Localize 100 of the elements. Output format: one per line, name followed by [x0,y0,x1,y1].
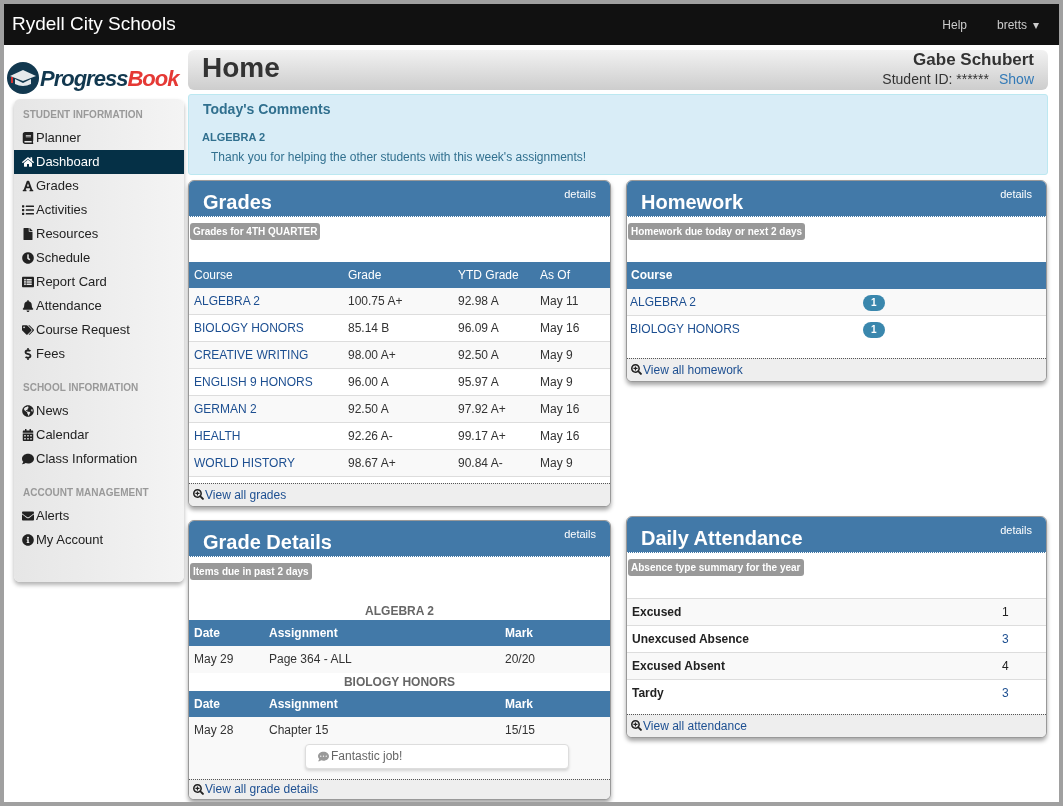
tags-icon [22,324,34,336]
view-all-link[interactable]: View all grades [205,485,287,504]
student-name: Gabe Schubert [913,50,1034,70]
sidebar-item[interactable]: Fees [14,342,184,366]
view-all-link[interactable]: View all homework [643,360,743,379]
course-link[interactable]: BIOLOGY HONORS [194,321,304,335]
sidebar-item[interactable]: Report Card [14,270,184,294]
help-link[interactable]: Help [942,15,967,34]
clock-icon [22,252,34,264]
details-link[interactable]: details [564,185,596,202]
column-header: Course [627,261,1046,289]
comment-text: Fantastic job! [331,748,403,765]
course-heading: BIOLOGY HONORS [342,673,457,691]
sidebar-item[interactable]: Dashboard [14,150,184,174]
column-header: Grade [343,261,453,288]
sidebar-item[interactable]: Resources [14,222,184,246]
globe-icon [22,405,34,417]
sidebar-item[interactable]: Calendar [14,423,184,447]
panel-title: Grade Details [203,529,332,555]
column-header: Date [189,690,264,717]
subtitle-label: Homework due today or next 2 days [628,222,806,240]
absence-type: Tardy [627,679,1002,706]
user-menu-button[interactable]: bretts ▾ [997,15,1039,34]
table-cell: 92.50 A [453,341,535,369]
table-cell: May 9 [535,341,610,369]
section-heading: ACCOUNT MANAGEMENT [22,486,150,500]
home-icon [22,156,34,168]
panel-title: Grades [203,189,272,215]
table-cell: 97.92 A+ [453,395,535,423]
zoom-icon [193,489,204,500]
list-icon [22,204,34,216]
subtitle-label: Absence type summary for the year [628,558,804,576]
table-cell: 98.67 A+ [343,449,453,477]
table-cell: 90.84 A- [453,449,535,477]
sidebar-item[interactable]: Alerts [14,504,184,528]
table-cell: 100.75 A+ [343,287,453,315]
sidebar-item[interactable]: Schedule [14,246,184,270]
absence-type: Unexcused Absence [627,625,1002,652]
sidebar-item[interactable]: Activities [14,198,184,222]
course-link[interactable]: ALGEBRA 2 [630,294,697,309]
section-heading: SCHOOL INFORMATION [22,381,140,395]
page-title: Home [202,51,280,85]
comment-text: Thank you for helping the other students with this week's assignments! [211,148,588,166]
table-cell: 92.50 A [343,395,453,423]
table-cell: Chapter 15 [264,716,500,744]
section-heading: STUDENT INFORMATION [22,108,144,122]
panel-title: Homework [641,189,744,215]
sidebar-item[interactable]: News [14,399,184,423]
panel-title: Daily Attendance [641,525,803,551]
details-link[interactable]: details [1000,185,1032,202]
comments-title: Today's Comments [203,100,332,119]
file-icon [22,228,34,240]
course-link[interactable]: BIOLOGY HONORS [630,322,740,337]
sidebar-item[interactable]: My Account [14,528,184,552]
info-icon [22,534,34,546]
sidebar-item[interactable]: Planner [14,126,184,150]
sidebar-item[interactable]: Course Request [14,318,184,342]
absence-type: Excused [627,598,1002,625]
view-all-link[interactable]: View all grade details [205,780,319,798]
details-link[interactable]: details [1000,521,1032,538]
table-cell: 85.14 B [343,314,453,342]
count-badge[interactable]: 1 [863,294,885,311]
sidebar-item[interactable]: Class Information [14,447,184,471]
table-cell: 92.26 A- [343,422,453,450]
course-link[interactable]: ENGLISH 9 HONORS [194,375,313,389]
count-value: 4 [1002,658,1009,673]
course-link[interactable]: HEALTH [194,429,241,443]
view-all-link[interactable]: View all attendance [643,716,747,735]
table-cell: 15/15 [500,716,610,744]
table-cell: May 9 [535,368,610,396]
table-cell: 95.97 A [453,368,535,396]
course-heading: ALGEBRA 2 [364,602,435,620]
course-link[interactable]: ALGEBRA 2 [194,293,261,308]
column-header: Course [189,261,343,288]
count-value: 1 [1002,604,1009,619]
table-cell: May 16 [535,314,610,342]
course-link[interactable]: CREATIVE WRITING [194,348,309,362]
speech-bubble-icon [22,453,34,465]
graduation-cap-logo-icon [6,61,40,95]
column-header: YTD Grade [453,261,535,288]
table-cell: May 9 [535,449,610,477]
calendar-icon [22,429,34,441]
table-cell: May 29 [189,645,264,673]
table-cell: 96.00 A [343,368,453,396]
course-link[interactable]: WORLD HISTORY [194,456,295,470]
count-link[interactable]: 3 [1002,631,1009,646]
book-icon [22,132,34,144]
count-link[interactable]: 3 [1002,685,1009,700]
table-cell: 20/20 [500,645,610,673]
table-cell: May 16 [535,422,610,450]
count-badge[interactable]: 1 [863,322,885,339]
course-link[interactable]: GERMAN 2 [194,402,257,416]
table-cell: 98.00 A+ [343,341,453,369]
table-cell: 96.09 A [453,314,535,342]
sidebar-item[interactable]: Attendance [14,294,184,318]
logo-text: ProgressBook [40,64,179,93]
sidebar-item[interactable]: Grades [14,174,184,198]
column-header: Assignment [264,690,500,717]
table-cell: 99.17 A+ [453,422,535,450]
details-link[interactable]: details [564,525,596,542]
